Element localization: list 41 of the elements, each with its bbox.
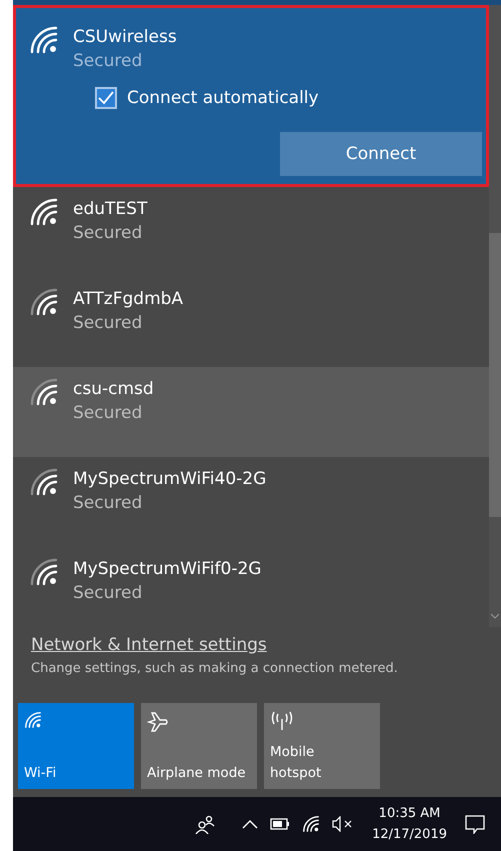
settings-link[interactable]: Network & Internet settings [31,635,501,655]
network-name: eduTEST [73,198,148,221]
clock[interactable]: 10:35 AM 12/17/2019 [372,803,447,845]
network-status: Secured [73,402,144,425]
airplane-icon [147,711,169,733]
network-status: Secured [73,492,144,515]
network-name: csu-cmsd [73,378,154,401]
wifi-icon [29,25,59,55]
people-icon[interactable] [194,814,216,834]
network-name: ATTzFgdmbA [73,288,184,311]
wifi-icon [302,815,320,833]
quick-action-tile[interactable]: Mobile hotspot [264,703,380,789]
wifi-icon [29,377,59,407]
checkbox[interactable] [95,87,117,109]
hotspot-icon [270,711,294,731]
check-icon [98,91,114,105]
checkbox-label: Connect automatically [127,88,319,108]
wifi-icon [29,467,59,497]
network-status: Secured [73,582,144,605]
notification-icon[interactable] [465,814,485,834]
muted-speaker-icon[interactable] [332,816,354,832]
settings-description: Change settings, such as making a connection metered. [31,661,399,676]
wifi-icon [29,287,59,317]
wifi-icon [29,557,59,587]
scrollbar-thumb[interactable] [489,233,501,517]
network-name: MySpectrumWiFif0-2G [73,558,262,581]
wifi-icon [29,197,59,227]
chevron-up-icon[interactable] [242,819,258,829]
quick-action-tile[interactable]: Airplane mode [141,703,257,789]
network-item[interactable]: csu-cmsd Secured [13,367,489,457]
scrollbar[interactable] [489,5,501,627]
connect-button[interactable]: Connect [280,132,482,176]
network-status: Secured [73,50,144,73]
network-name: MySpectrumWiFi40-2G [73,468,266,491]
quick-action-tile[interactable]: Wi-Fi [18,703,134,789]
wifi-icon [24,711,42,729]
network-status: Secured [73,312,144,335]
network-name: CSUwireless [73,26,177,49]
battery-icon[interactable] [270,818,290,830]
network-status: Secured [73,222,144,245]
scroll-down-icon[interactable] [491,613,499,619]
